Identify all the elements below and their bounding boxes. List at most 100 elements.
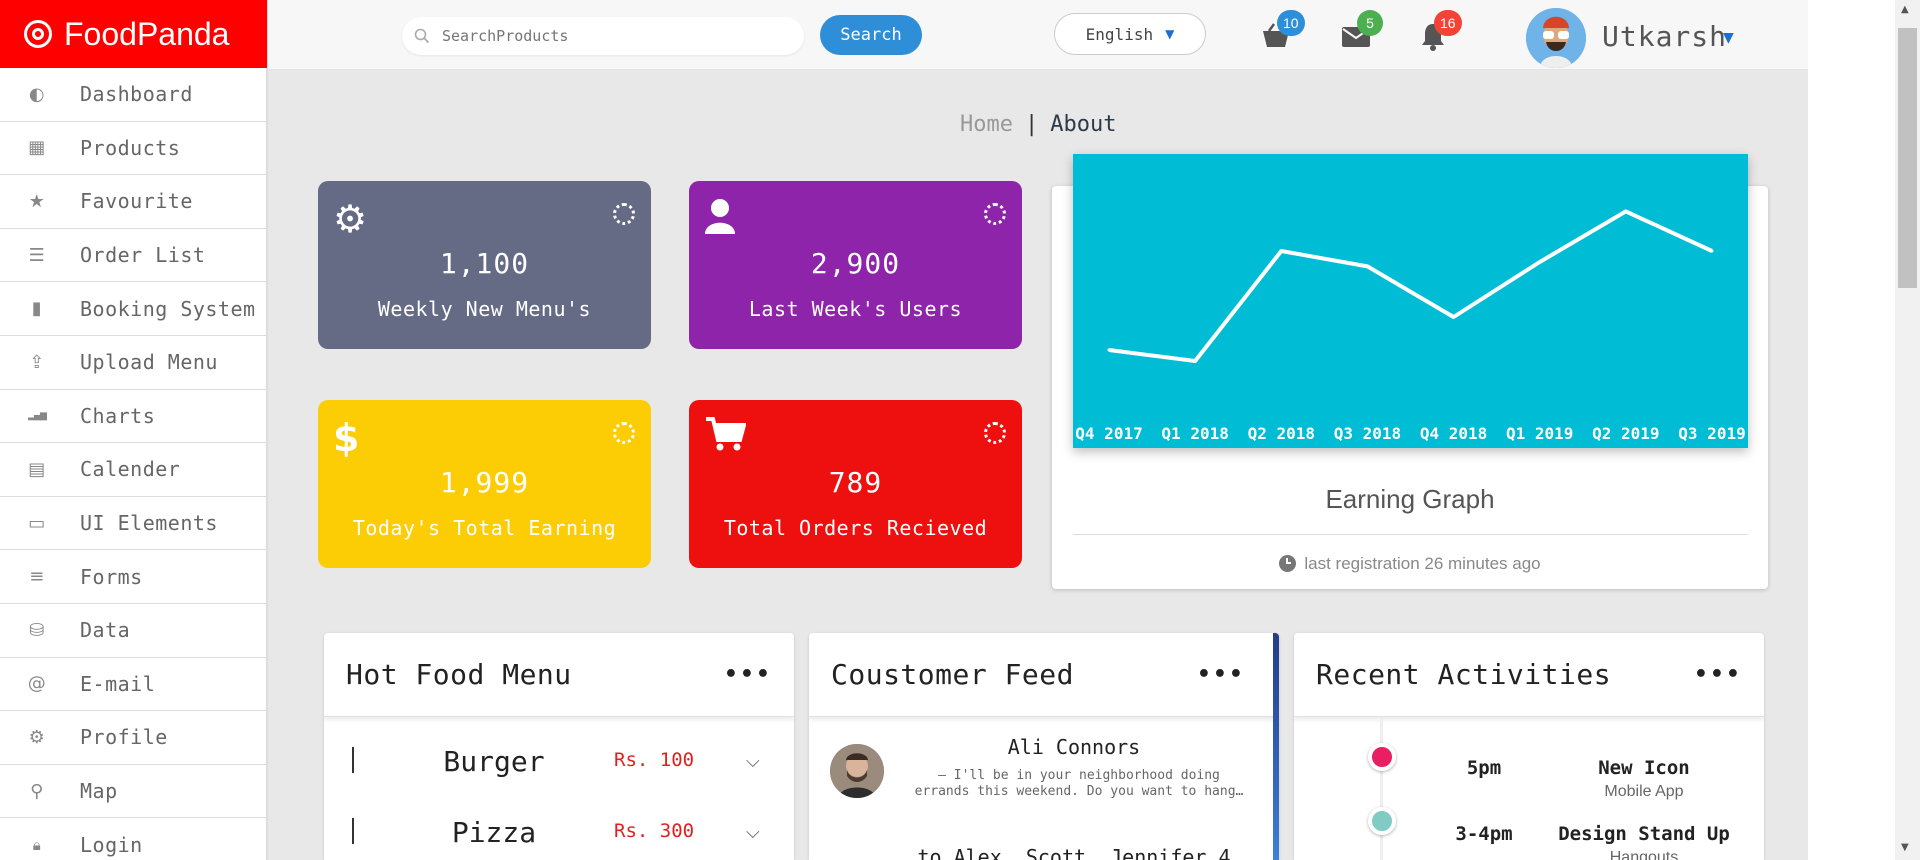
scroll-up-icon[interactable]: ▲ (1901, 4, 1909, 15)
breadcrumb-separator: | (1024, 112, 1039, 137)
top-header: Search English ▼ 10 5 16 (268, 0, 1808, 70)
stat-card-total-earning[interactable]: $ 1,999 Today's Total Earning (318, 400, 651, 568)
sidebar-item-e-mail[interactable]: @ E-mail (0, 657, 267, 712)
sidebar-item-order-list[interactable]: ☰ Order List (0, 228, 267, 283)
list-item[interactable]: Burger Rs. 100 ⌵ (324, 737, 794, 797)
sidebar-item-upload-menu[interactable]: ⇪ Upload Menu (0, 335, 267, 390)
stat-card-total-orders[interactable]: 789 Total Orders Recieved (689, 400, 1022, 568)
scrollbar-thumb[interactable] (1898, 28, 1917, 288)
monitor-icon: ▭ (28, 512, 46, 534)
sidebar-item-label: Products (80, 135, 181, 160)
feed-next-item: to Alex, Scott, Jennifer 4 (917, 845, 1231, 860)
sidebar-item-label: Charts (80, 403, 156, 428)
panel-header: Recent Activities ••• (1294, 633, 1764, 717)
page-scrollbar[interactable]: ▲ ▼ (1895, 0, 1920, 860)
more-options-icon[interactable]: ••• (1197, 662, 1245, 687)
breadcrumb-home[interactable]: Home (960, 112, 1013, 137)
sidebar-item-login[interactable]: 🔒︎ Login (0, 818, 267, 860)
sidebar-item-favourite[interactable]: ★ Favourite (0, 175, 267, 229)
divider (352, 747, 354, 773)
x-tick-label: Q3 2018 (1334, 424, 1401, 443)
sidebar-item-label: Map (80, 779, 118, 804)
language-select[interactable]: English ▼ (1054, 13, 1206, 55)
panel-header: Coustomer Feed ••• (809, 633, 1279, 717)
stat-value: 789 (828, 466, 883, 499)
activity-time: 5pm (1466, 757, 1502, 779)
sidebar-item-label: Booking System (80, 296, 256, 321)
customer-feed-panel: Coustomer Feed ••• Ali Connors — I'll be… (809, 633, 1279, 860)
at-icon: @ (27, 673, 47, 695)
brand-logo[interactable]: FoodPanda (0, 0, 267, 68)
stat-label: Last Week's Users (748, 297, 963, 321)
notifications-button[interactable]: 16 (1418, 10, 1462, 52)
upload-icon: ⇪ (29, 351, 45, 373)
more-options-icon[interactable]: ••• (1694, 662, 1742, 687)
sidebar-item-dashboard[interactable]: ◐ Dashboard (0, 68, 267, 122)
x-tick-label: Q1 2018 (1161, 424, 1228, 443)
earning-graph-footer: last registration 26 minutes ago (1052, 554, 1768, 574)
breadcrumb: Home | About (960, 112, 1116, 137)
chevron-down-icon[interactable]: ⌵ (746, 822, 760, 843)
chevron-down-icon[interactable]: ▼ (1723, 30, 1734, 46)
sidebar-item-profile[interactable]: ⚙ Profile (0, 711, 267, 765)
database-icon: ⛁ (29, 619, 45, 641)
cogs-icon: ⚙ (28, 726, 46, 748)
menu-item-name: Pizza (451, 816, 537, 849)
sidebar-item-data[interactable]: ⛁ Data (0, 603, 267, 658)
stat-value: 2,900 (810, 247, 901, 280)
x-tick-label: Q3 2019 (1678, 424, 1745, 443)
hot-food-panel: Hot Food Menu ••• Burger Rs. 100 ⌵ Pizza… (324, 633, 794, 860)
stat-card-weekly-users[interactable]: 2,900 Last Week's Users (689, 181, 1022, 349)
sidebar-item-label: UI Elements (80, 511, 218, 536)
data-point (1107, 348, 1111, 352)
timeline-line (1380, 717, 1383, 860)
search-button[interactable]: Search (820, 15, 922, 55)
timeline-dot (1368, 743, 1396, 771)
menu-item-price: Rs. 100 (614, 749, 695, 771)
activity-subtitle: Hangouts (1609, 849, 1679, 860)
mail-button[interactable]: 5 (1341, 10, 1383, 52)
cart-button[interactable]: 10 (1261, 10, 1305, 52)
sidebar-item-charts[interactable]: ▂▄▆ Charts (0, 389, 267, 444)
sidebar-item-label: E-mail (80, 671, 156, 696)
person-photo-icon (830, 744, 884, 798)
data-point (1538, 260, 1542, 264)
grid-icon: ▦ (28, 137, 46, 159)
stat-card-weekly-menus[interactable]: ⚙ 1,100 Weekly New Menu's (318, 181, 651, 349)
list-item[interactable]: Pizza Rs. 300 ⌵ (324, 808, 794, 860)
search-box (402, 17, 804, 55)
panel-title: Coustomer Feed (831, 658, 1075, 691)
sidebar-item-forms[interactable]: ≡ Forms (0, 550, 267, 604)
breadcrumb-current: About (1050, 112, 1117, 137)
dollar-icon: $ (333, 416, 360, 460)
feed-message: — I'll be in your neighborhood doing err… (914, 768, 1244, 799)
clock-icon (1279, 555, 1297, 572)
x-tick-label: Q2 2019 (1592, 424, 1659, 443)
feed-scrollbar[interactable] (1273, 633, 1279, 860)
sidebar-item-map[interactable]: ⚲ Map (0, 764, 267, 819)
avatar[interactable] (1526, 8, 1586, 68)
sidebar-item-calender[interactable]: ▤ Calender (0, 443, 267, 497)
activity-title: New Icon (1598, 757, 1690, 779)
panel-title: Recent Activities (1316, 658, 1612, 691)
brand-name: FoodPanda (64, 15, 230, 52)
data-point (1365, 264, 1369, 268)
chevron-down-icon[interactable]: ⌵ (746, 751, 760, 772)
x-tick-label: Q2 2018 (1248, 424, 1315, 443)
search-input[interactable] (442, 27, 782, 45)
stat-value: 1,100 (439, 247, 530, 280)
stat-label: Today's Total Earning (352, 516, 617, 540)
user-name[interactable]: Utkarsh (1602, 20, 1727, 53)
sidebar-item-ui-elements[interactable]: ▭ UI Elements (0, 496, 267, 551)
star-icon: ★ (28, 190, 46, 212)
activity-title: Design Stand Up (1558, 823, 1730, 845)
sidebar-item-booking-system[interactable]: ▮ Booking System (0, 282, 267, 336)
sidebar-item-label: Calender (80, 457, 181, 482)
sidebar-item-products[interactable]: ▦ Products (0, 121, 267, 176)
more-options-icon[interactable]: ••• (724, 662, 772, 687)
scroll-down-icon[interactable]: ▼ (1901, 842, 1909, 853)
sidebar-item-label: Data (80, 618, 131, 643)
earning-graph-plot: Q4 2017 Q1 2018 Q2 2018 Q3 2018 Q4 2018 Q1 20… (1073, 154, 1748, 448)
sidebar-item-label: Profile (80, 725, 168, 750)
data-point (1624, 209, 1628, 213)
